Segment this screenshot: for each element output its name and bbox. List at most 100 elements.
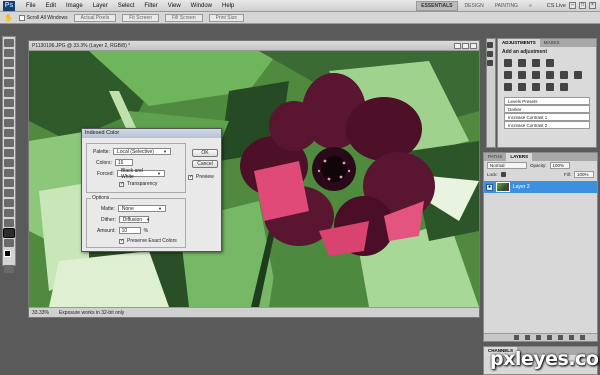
brightness-contrast-icon[interactable] [504,59,512,67]
swatches-panel-icon[interactable] [487,60,493,66]
gradient-tool-icon[interactable] [4,149,14,157]
history-panel-icon[interactable] [487,42,493,48]
menu-edit[interactable]: Edit [41,3,61,9]
menu-image[interactable]: Image [61,3,88,9]
blur-tool-icon[interactable] [4,159,14,167]
maximize-icon[interactable]: □ [579,2,586,9]
ok-button[interactable]: OK [192,149,218,157]
marquee-tool-icon[interactable] [4,49,14,57]
black-white-icon[interactable] [546,71,554,79]
preserve-exact-colors-checkbox[interactable]: ✓ [119,238,124,244]
move-tool-icon[interactable] [4,39,14,47]
tab-masks[interactable]: MASKS [540,39,564,47]
brush-tool-icon[interactable] [4,109,14,117]
lock-icon[interactable] [500,172,506,177]
print-size-button[interactable]: Print Size [208,13,245,22]
layer-row[interactable]: ● Layer 2 [484,181,597,193]
gradient-map-icon[interactable] [546,83,554,91]
clone-stamp-tool-icon[interactable] [4,119,14,127]
transparency-checkbox[interactable]: ✓ [119,181,124,187]
pen-tool-icon[interactable] [4,179,14,187]
opacity-input[interactable]: 100% [549,162,570,169]
menu-select[interactable]: Select [113,3,140,9]
history-brush-tool-icon[interactable] [4,129,14,137]
menu-file[interactable]: File [21,3,41,9]
cancel-button[interactable]: Cancel [192,160,218,168]
hand-tool-icon[interactable] [3,228,15,238]
new-adjustment-icon[interactable] [547,335,552,340]
workspace-painting[interactable]: PAINTING [491,2,522,10]
fill-input[interactable]: 100% [574,171,594,178]
link-layers-icon[interactable] [514,335,519,340]
quick-select-tool-icon[interactable] [4,69,14,77]
fill-screen-button[interactable]: Fill Screen [165,13,203,22]
levels-icon[interactable] [518,59,526,67]
eye-icon[interactable]: ● [486,183,493,191]
3d-rotate-tool-icon[interactable] [4,219,14,227]
blend-mode-select[interactable]: Normal [487,162,527,169]
workspace-design[interactable]: DESIGN [461,2,488,10]
eraser-tool-icon[interactable] [4,139,14,147]
quick-mask-icon[interactable] [4,265,14,273]
close-icon[interactable]: × [589,2,596,9]
threshold-icon[interactable] [532,83,540,91]
workspace-more[interactable]: » [525,2,536,10]
type-tool-icon[interactable] [4,189,14,197]
menu-help[interactable]: Help [217,3,239,9]
trash-icon[interactable] [580,335,585,340]
invert-icon[interactable] [504,83,512,91]
doc-maximize-icon[interactable] [462,42,469,49]
vibrance-icon[interactable] [504,71,512,79]
fit-screen-button[interactable]: Fit Screen [122,13,159,22]
preset-levels[interactable]: Levels Presets [504,97,590,105]
cs-live-button[interactable]: CS Live [547,3,566,9]
posterize-icon[interactable] [518,83,526,91]
scroll-all-checkbox[interactable] [18,14,25,21]
crop-tool-icon[interactable] [4,79,14,87]
shape-tool-icon[interactable] [4,209,14,217]
eyedropper-tool-icon[interactable] [4,89,14,97]
dodge-tool-icon[interactable] [4,169,14,177]
new-group-icon[interactable] [558,335,563,340]
layer-style-icon[interactable] [525,335,530,340]
layer-name[interactable]: Layer 2 [513,184,530,190]
curves-icon[interactable] [532,59,540,67]
exposure-icon[interactable] [546,59,554,67]
document-title-bar[interactable]: P1130196.JPG @ 33.3% (Layer 2, RGB/8) * [29,41,479,51]
zoom-tool-icon[interactable] [4,239,14,247]
dither-select[interactable]: Diffusion ▼ [118,216,150,223]
palette-select[interactable]: Local (Selective) ▼ [112,148,171,155]
doc-close-icon[interactable] [470,42,477,49]
channel-mixer-icon[interactable] [574,71,582,79]
new-layer-icon[interactable] [569,335,574,340]
preset-darker[interactable]: Darker [504,105,590,113]
matte-select[interactable]: None ▼ [117,205,166,212]
color-balance-icon[interactable] [532,71,540,79]
preset-increase-contrast-1[interactable]: Increase Contrast 1 [504,113,590,121]
preset-increase-contrast-2[interactable]: Increase Contrast 2 [504,121,590,129]
scroll-all-windows-option[interactable]: Scroll All Windows [18,14,68,21]
healing-brush-tool-icon[interactable] [4,99,14,107]
menu-filter[interactable]: Filter [139,3,162,9]
hue-saturation-icon[interactable] [518,71,526,79]
dialog-title[interactable]: Indexed Color [82,129,221,138]
foreground-color-swatch[interactable] [4,250,11,257]
menu-view[interactable]: View [163,3,186,9]
menu-window[interactable]: Window [186,3,217,9]
lasso-tool-icon[interactable] [4,59,14,67]
color-swatches[interactable] [4,250,15,262]
selective-color-icon[interactable] [560,83,568,91]
preview-checkbox[interactable]: ✓ [188,174,193,180]
tab-adjustments[interactable]: ADJUSTMENTS [498,39,540,47]
colors-input[interactable]: 16 [114,159,133,166]
workspace-essentials[interactable]: ESSENTIALS [416,0,458,11]
tab-layers[interactable]: LAYERS [506,153,533,161]
actions-panel-icon[interactable] [487,51,493,57]
forced-select[interactable]: Black and White ▼ [116,168,165,180]
menu-layer[interactable]: Layer [88,3,113,9]
amount-input[interactable]: 10 [118,227,141,234]
add-mask-icon[interactable] [536,335,541,340]
actual-pixels-button[interactable]: Actual Pixels [73,13,117,22]
path-select-tool-icon[interactable] [4,199,14,207]
doc-minimize-icon[interactable] [454,42,461,49]
